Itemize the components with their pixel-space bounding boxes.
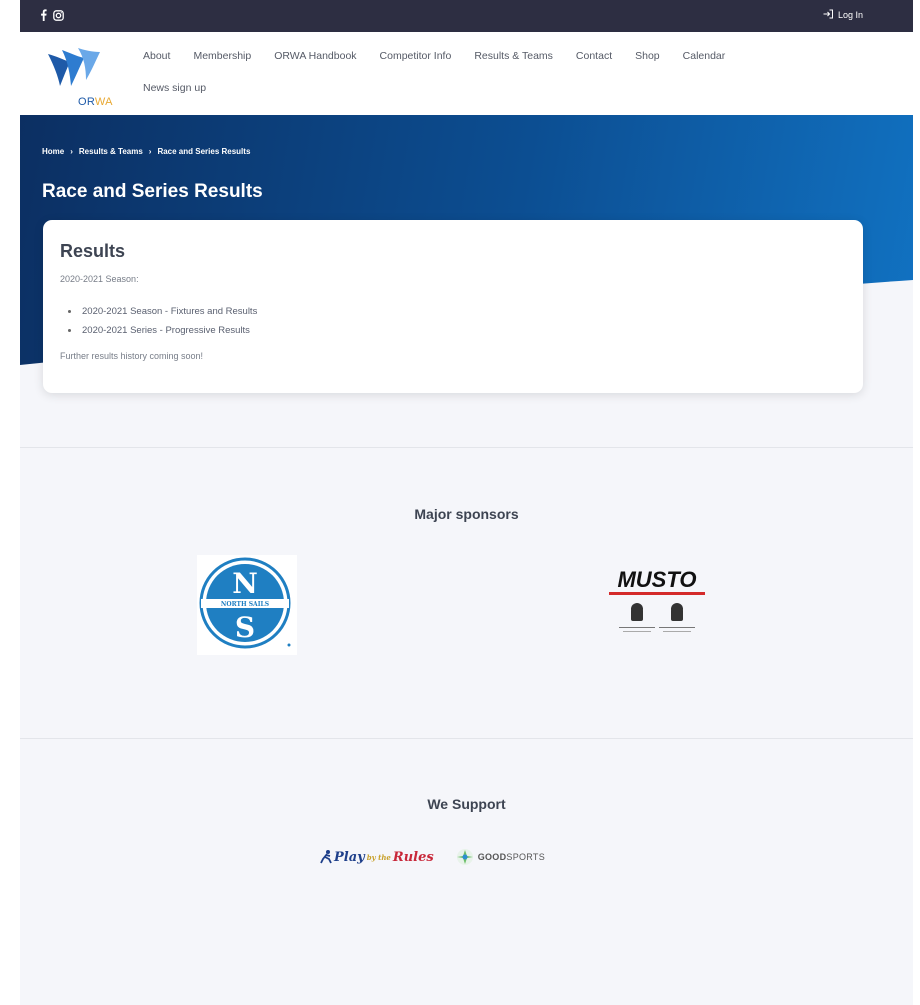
main-nav: About Membership ORWA Handbook Competito… [143,49,883,95]
nav-results-teams[interactable]: Results & Teams [474,49,553,63]
nav-shop[interactable]: Shop [635,49,660,63]
sponsors-heading: Major sponsors [414,506,519,522]
breadcrumb-results-teams[interactable]: Results & Teams [79,147,143,156]
breadcrumb: Home › Results & Teams › Race and Series… [42,147,250,156]
svg-text:N: N [232,567,258,600]
orwa-logo[interactable]: ORWA [40,46,113,108]
top-bar: Log In [20,0,913,32]
play-by-the-rules-logo[interactable]: Play by the Rules [320,850,434,865]
list-item: 2020-2021 Series - Progressive Results [68,321,257,340]
support-logos: Play by the Rules GOODSPORTS [320,848,545,866]
musto-logo[interactable]: MUSTO [605,565,709,650]
chevron-right-icon: › [70,147,73,156]
results-links: 2020-2021 Season - Fixtures and Results … [68,302,257,340]
card-title: Results [60,241,126,261]
site-header: ORWA About Membership ORWA Handbook Comp… [20,32,913,115]
goodsports-logo[interactable]: GOODSPORTS [456,848,545,866]
nav-calendar[interactable]: Calendar [683,49,726,63]
page: Log In ORWA About Membership ORWA Handbo… [20,0,913,1005]
support-heading: We Support [427,796,506,812]
chevron-right-icon: › [148,147,152,156]
breadcrumb-home[interactable]: Home [42,147,64,156]
section-divider [20,447,913,448]
nav-competitor-info[interactable]: Competitor Info [380,49,452,63]
north-sails-mark: N NORTH SAILS S [197,555,297,655]
svg-text:MUSTO: MUSTO [617,567,696,592]
goodsports-emblem [456,849,473,865]
results-card: Results 2020-2021 Season: 2020-2021 Seas… [43,220,863,393]
fixtures-results-link[interactable]: 2020-2021 Season - Fixtures and Results [82,302,257,321]
orwa-sail-mark [48,48,100,86]
nav-contact[interactable]: Contact [576,49,612,63]
nav-membership[interactable]: Membership [193,49,251,63]
bullet [68,329,71,332]
bullet [68,310,71,313]
breadcrumb-current: Race and Series Results [157,147,251,156]
svg-text:NORTH SAILS: NORTH SAILS [221,601,269,608]
login-icon [823,9,834,21]
nav-news-sign-up[interactable]: News sign up [143,81,883,95]
social-links [40,9,64,21]
results-footnote: Further results history coming soon! [60,351,204,361]
orwa-logo-text: ORWA [78,96,113,108]
login-link[interactable]: Log In [823,9,863,21]
login-label: Log In [837,10,863,20]
section-divider [20,738,913,739]
page-title: Race and Series Results [42,181,263,202]
nav-about[interactable]: About [143,49,170,63]
musto-mark: MUSTO [609,567,705,632]
instagram-icon[interactable] [53,9,64,21]
facebook-icon[interactable] [40,9,47,21]
svg-text:S: S [235,611,255,644]
list-item: 2020-2021 Season - Fixtures and Results [68,302,257,321]
north-sails-logo[interactable]: N NORTH SAILS S [197,555,297,660]
season-label: 2020-2021 Season: [60,274,139,284]
nav-orwa-handbook[interactable]: ORWA Handbook [274,49,356,63]
progressive-results-link[interactable]: 2020-2021 Series - Progressive Results [82,321,250,340]
runner-icon [320,850,332,864]
